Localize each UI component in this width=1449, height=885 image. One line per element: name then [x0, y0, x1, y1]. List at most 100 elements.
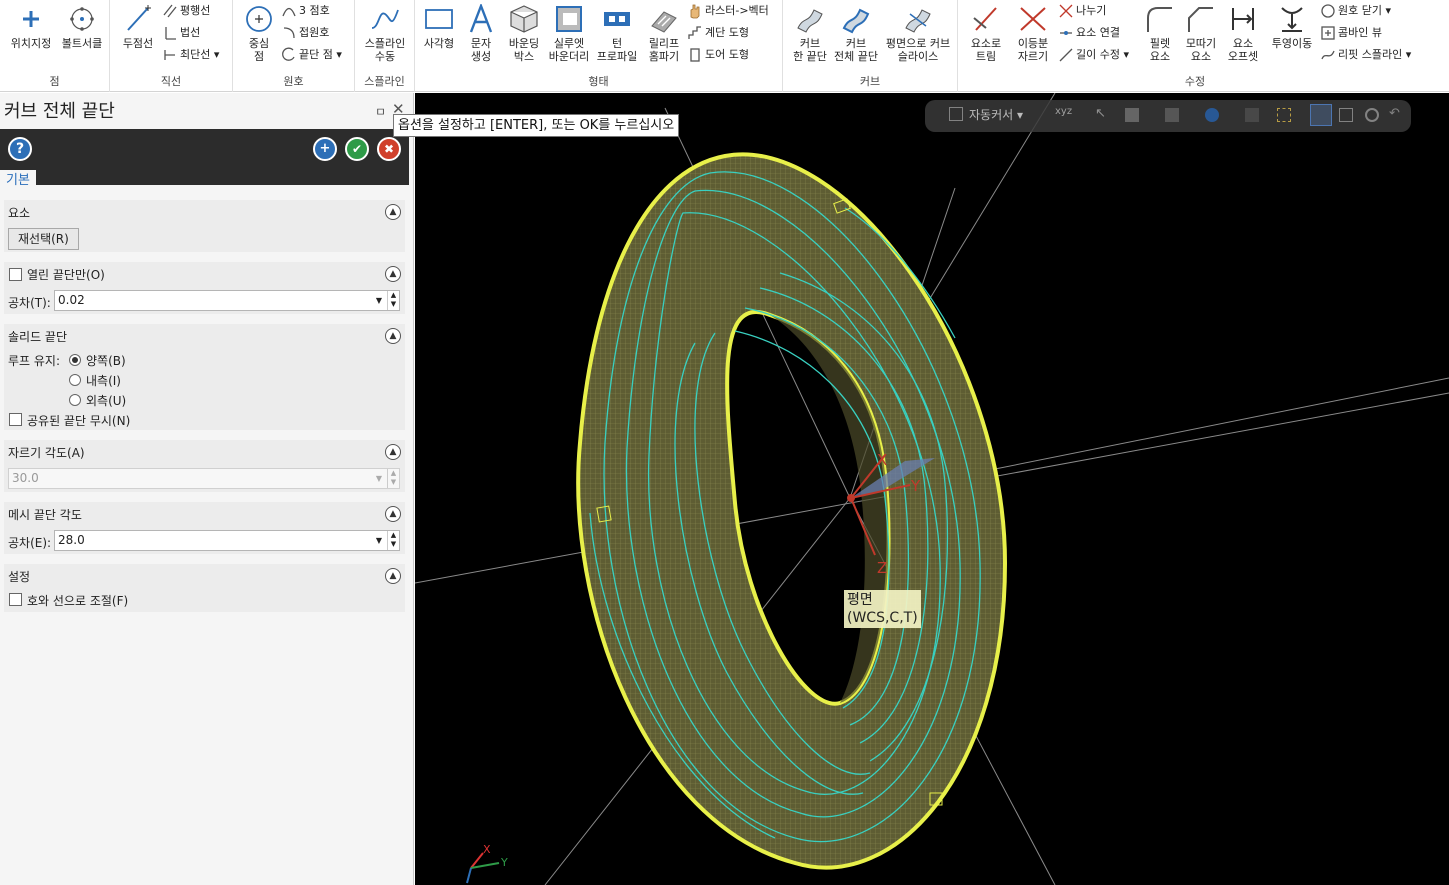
select-mode-icon[interactable]: [1310, 104, 1332, 126]
ok-and-create-new-button[interactable]: +: [313, 137, 337, 161]
graphics-viewport[interactable]: X Y Z X Y 자동커서 ▾ xyz ↖ ↶ 평면 (WCS,C,T): [415, 93, 1449, 885]
xyz-icon[interactable]: xyz: [1055, 106, 1072, 117]
help-button[interactable]: ?: [8, 137, 32, 161]
join-entities-button[interactable]: 요소 연결: [1058, 24, 1120, 42]
rectangle-icon: [425, 9, 453, 29]
relief-icon: [651, 11, 677, 33]
collapse-elements-icon[interactable]: ▲: [385, 204, 401, 220]
cancel-button[interactable]: ✖: [377, 137, 401, 161]
hand-icon: [690, 4, 700, 19]
collapse-break-angle-icon[interactable]: ▲: [385, 444, 401, 460]
slice-curve-button[interactable]: 평면으로 커브 슬라이스: [881, 4, 955, 63]
combine-view-button[interactable]: 콤바인 뷰: [1320, 24, 1382, 42]
fillet-entities-button[interactable]: 필렛 요소: [1140, 4, 1180, 63]
endpoint-arc-button[interactable]: 끝단 점 ▾: [281, 46, 342, 64]
lock-icon[interactable]: [949, 107, 963, 121]
settings-icon[interactable]: [1365, 108, 1379, 122]
spinner-icon[interactable]: ▲ ▼: [387, 291, 399, 310]
relief-groove-button[interactable]: 릴리프 홈파기: [643, 4, 685, 63]
collapse-solid-edges-icon[interactable]: ▲: [385, 328, 401, 344]
cursor-icon[interactable]: ↖: [1095, 106, 1106, 121]
shortest-line-button[interactable]: 최단선 ▾: [162, 46, 219, 64]
close-arc-button[interactable]: 원호 닫기 ▾: [1320, 2, 1391, 20]
stair-shape-button[interactable]: 계단 도형: [687, 24, 749, 42]
divide-trim-button[interactable]: 이등분 자르기: [1010, 4, 1056, 63]
open-edges-label: 열린 끝단만(O): [27, 268, 105, 282]
ignore-shared-checkbox[interactable]: [9, 413, 22, 426]
door-shape-button[interactable]: 도어 도형: [687, 46, 749, 64]
check-select-icon[interactable]: [1339, 108, 1353, 122]
dropdown-arrow-icon: ▼: [375, 474, 383, 483]
adjust-arcs-checkbox[interactable]: [9, 593, 22, 606]
tangent-arc-icon: [283, 27, 295, 39]
bolt-circle-icon: [70, 7, 94, 31]
ok-button[interactable]: ✔: [345, 137, 369, 161]
tolerance-t-input[interactable]: 0.02 ▼ ▲ ▼: [54, 290, 400, 311]
section-open-edges: 열린 끝단만(O) ▲ 공차(T): 0.02 ▼ ▲ ▼: [4, 262, 405, 314]
radio-both[interactable]: [69, 354, 81, 366]
bounding-box-button[interactable]: 바운딩 박스: [503, 4, 545, 63]
center-point-arc-button[interactable]: 중심 점: [239, 4, 279, 63]
parallel-line-button[interactable]: 평행선: [162, 2, 210, 20]
view-cube-icon[interactable]: [1165, 108, 1179, 122]
open-edges-checkbox[interactable]: [9, 268, 22, 281]
section-elements: 요소 ▲ 재선택(R): [4, 200, 405, 252]
tab-basic[interactable]: 기본: [0, 170, 36, 192]
raster-to-vector-button[interactable]: 라스터->벡터: [687, 2, 769, 20]
level-icon[interactable]: [1245, 108, 1259, 122]
silhouette-boundary-button[interactable]: 실루엣 바운더리: [545, 4, 593, 63]
curve-all-edges-button[interactable]: 커브 전체 끝단: [833, 4, 879, 63]
chamfer-icon: [1188, 7, 1213, 32]
trim-to-entity-button[interactable]: 요소로 트림: [962, 4, 1010, 63]
plane-info-tooltip: 평면 (WCS,C,T): [844, 590, 921, 628]
section-elements-header: 요소: [8, 206, 31, 220]
autocursor-toolbar: 자동커서 ▾ xyz ↖ ↶: [925, 100, 1411, 132]
collapse-settings-icon[interactable]: ▲: [385, 568, 401, 584]
manual-spline-button[interactable]: 스플라인 수동: [359, 4, 411, 63]
bolt-circle-button[interactable]: 볼트서클: [56, 4, 108, 50]
autocursor-dropdown[interactable]: 자동커서 ▾: [969, 106, 1023, 123]
tolerance-e-input[interactable]: 28.0 ▼ ▲ ▼: [54, 530, 400, 551]
rectangle-button[interactable]: 사각형: [419, 4, 459, 50]
view-axis-triad: X Y: [466, 843, 508, 884]
group-label-point: 점: [49, 75, 60, 88]
normal-line-button[interactable]: 법선: [162, 24, 200, 42]
create-text-button[interactable]: 문자 생성: [461, 4, 501, 63]
pin-icon[interactable]: ㅁ: [375, 103, 386, 120]
surface-all-edges-icon: [842, 8, 870, 34]
close-arc-icon: [1321, 4, 1335, 18]
turn-profile-button[interactable]: 턴 프로파일: [593, 4, 641, 63]
project-move-button[interactable]: 투영이동: [1266, 4, 1318, 50]
stair-icon: [688, 26, 701, 39]
refit-spline-button[interactable]: 리핏 스플라인 ▾: [1320, 46, 1411, 64]
chamfer-entities-button[interactable]: 모따기 요소: [1180, 4, 1222, 63]
collapse-mesh-edge-angle-icon[interactable]: ▲: [385, 506, 401, 522]
position-button[interactable]: 위치지정: [6, 4, 56, 50]
refit-spline-icon: [1321, 50, 1335, 60]
shading-icon[interactable]: [1205, 108, 1219, 122]
two-point-line-button[interactable]: 두점선: [116, 4, 160, 50]
snap-icon[interactable]: [1125, 108, 1139, 122]
tangent-arc-button[interactable]: 접원호: [281, 24, 329, 42]
three-point-arc-button[interactable]: 3 점호: [281, 2, 330, 20]
spinner-icon[interactable]: ▲ ▼: [387, 531, 399, 550]
modify-length-button[interactable]: 길이 수정 ▾: [1058, 46, 1129, 64]
offset-entity-button[interactable]: 요소 오프셋: [1222, 4, 1264, 63]
join-icon: [1060, 31, 1072, 35]
section-break-angle: 자르기 각도(A) ▲ 30.0 ▼ ▲ ▼: [4, 440, 405, 492]
dropdown-arrow-icon[interactable]: ▼: [373, 531, 385, 550]
letter-a-icon: [469, 4, 493, 33]
offset-icon: [1232, 8, 1254, 30]
dropdown-arrow-icon[interactable]: ▼: [373, 291, 385, 310]
reselect-button[interactable]: 재선택(R): [8, 228, 79, 250]
collapse-open-edges-icon[interactable]: ▲: [385, 266, 401, 282]
window-select-icon[interactable]: [1277, 108, 1291, 122]
viewport-canvas: X Y Z X Y: [415, 93, 1449, 885]
instruction-tooltip: 옵션을 설정하고 [ENTER], 또는 OK를 누르십시오: [393, 114, 680, 137]
break-button[interactable]: 나누기: [1058, 2, 1106, 20]
slice-icon: [905, 9, 931, 33]
radio-outer[interactable]: [69, 394, 81, 406]
radio-inner[interactable]: [69, 374, 81, 386]
curve-one-edge-button[interactable]: 커브 한 끝단: [787, 4, 833, 63]
clear-icon[interactable]: ↶: [1389, 106, 1400, 121]
